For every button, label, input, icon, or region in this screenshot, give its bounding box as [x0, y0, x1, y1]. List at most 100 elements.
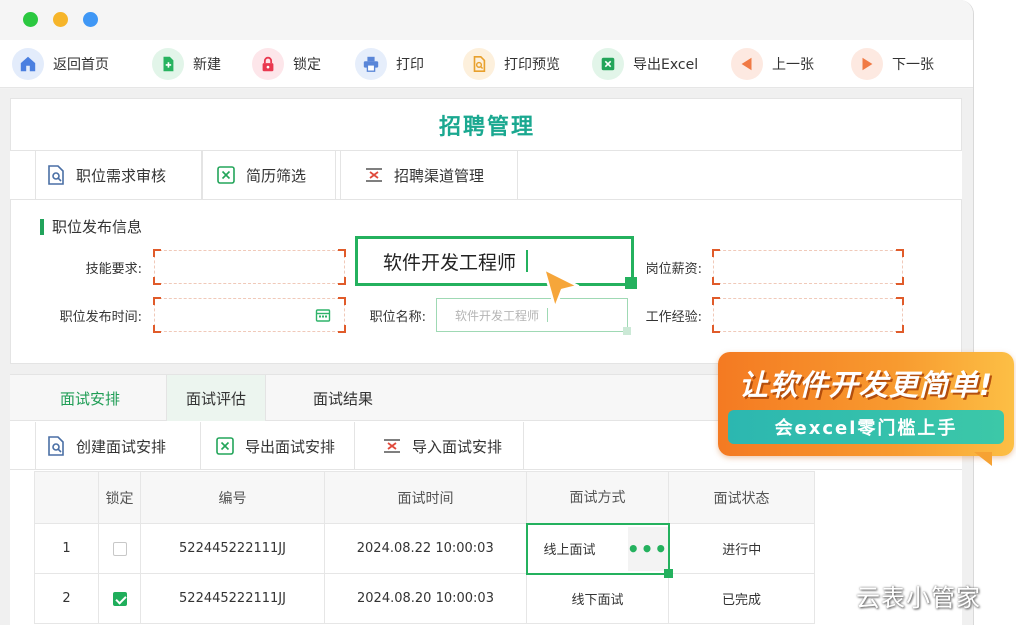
resize-handle[interactable]: [663, 568, 673, 578]
home-label: 返回首页: [53, 57, 109, 73]
create-interview-label: 创建面试安排: [76, 437, 167, 456]
resume-screen-button[interactable]: 简历筛选: [206, 151, 336, 199]
close-dot[interactable]: [83, 12, 98, 27]
lock-button[interactable]: 锁定: [252, 47, 321, 81]
skill-field[interactable]: [153, 249, 346, 285]
lock-checkbox[interactable]: [112, 541, 127, 556]
home-button[interactable]: 返回首页: [12, 47, 109, 81]
column-header-code: 编号: [140, 471, 325, 524]
status-cell: 进行中: [668, 523, 815, 574]
skill-label: 技能要求:: [85, 262, 142, 277]
prev-button[interactable]: 上一张: [731, 47, 814, 81]
divider: [202, 151, 203, 199]
experience-label: 工作经验:: [645, 310, 702, 325]
print-preview-button[interactable]: 打印预览: [463, 47, 560, 81]
print-button[interactable]: 打印: [355, 47, 424, 81]
channel-manage-label: 招聘渠道管理: [394, 166, 485, 185]
app-window: 返回首页 新建 锁定 打印 打印预览 导出Excel 上一张 下一张 招聘管理 …: [0, 0, 974, 625]
next-button[interactable]: 下一张: [851, 47, 934, 81]
column-header-index: [34, 471, 99, 524]
column-header-time: 面试时间: [324, 471, 527, 524]
tab-interview-schedule[interactable]: 面试安排: [30, 375, 150, 421]
job-name-input[interactable]: 软件开发工程师: [436, 298, 631, 335]
divider: [340, 151, 341, 199]
lock-checkbox[interactable]: [112, 591, 127, 606]
promo-headline: 让软件开发更简单!: [738, 368, 994, 402]
create-interview-button[interactable]: 创建面试安排: [36, 422, 201, 470]
publish-time-label: 职位发布时间:: [59, 310, 142, 325]
more-options-icon[interactable]: •••: [627, 526, 668, 571]
document-search-icon: [44, 434, 68, 458]
prev-arrow-icon: [731, 48, 763, 80]
method-cell[interactable]: 线上面试 •••: [525, 522, 673, 578]
prev-label: 上一张: [772, 57, 814, 73]
job-review-button[interactable]: 职位需求审核: [36, 151, 202, 199]
tab-interview-result[interactable]: 面试结果: [288, 375, 398, 421]
lock-checkbox-cell: [98, 523, 141, 574]
job-name-value: 软件开发工程师: [383, 251, 517, 274]
export-interview-label: 导出面试安排: [245, 437, 336, 456]
next-label: 下一张: [892, 57, 934, 73]
minimize-dot[interactable]: [53, 12, 68, 27]
title-bar: [0, 0, 973, 40]
new-button[interactable]: 新建: [152, 47, 221, 81]
new-file-icon: [152, 48, 184, 80]
export-excel-button[interactable]: 导出Excel: [592, 47, 698, 81]
import-interview-label: 导入面试安排: [412, 437, 503, 456]
method-cell[interactable]: 线下面试: [526, 573, 669, 624]
promo-banner: 让软件开发更简单! 会excel零门槛上手: [718, 352, 1014, 466]
resume-screen-label: 简历筛选: [246, 166, 307, 185]
page-title: 招聘管理: [438, 115, 535, 140]
status-cell: 已完成: [668, 573, 815, 624]
print-label: 打印: [396, 57, 424, 73]
code-cell[interactable]: 522445222111JJ: [140, 573, 325, 624]
resize-handle[interactable]: [625, 277, 637, 289]
lock-checkbox-cell: [98, 573, 141, 624]
watermark: 云表小管家: [856, 584, 981, 612]
job-name-hint: 软件开发工程师: [455, 308, 540, 323]
method-value: 线上面试: [543, 543, 596, 558]
section-title: 职位发布信息: [52, 218, 143, 236]
section-header: 职位发布信息: [40, 216, 142, 237]
promo-tail: [974, 452, 992, 466]
job-name-editor[interactable]: 软件开发工程师: [355, 236, 637, 289]
section-accent: [40, 218, 44, 235]
time-cell[interactable]: 2024.08.22 10:00:03: [324, 523, 527, 574]
column-header-method: 面试方式: [526, 471, 669, 524]
promo-tagline: 会excel零门槛上手: [728, 410, 1004, 444]
lock-label: 锁定: [293, 57, 321, 73]
home-icon: [12, 48, 44, 80]
experience-field[interactable]: [712, 297, 904, 333]
salary-field[interactable]: [712, 249, 904, 285]
calendar-icon[interactable]: [315, 307, 331, 327]
table-row: 1 522445222111JJ 2024.08.22 10:00:03 线上面…: [34, 522, 815, 578]
interview-table: 锁定 编号 面试时间 面试方式 面试状态 1 522445222111JJ 20…: [34, 471, 815, 624]
module-bar: 职位需求审核 简历筛选 招聘渠道管理: [10, 150, 962, 200]
import-interview-button[interactable]: 导入面试安排: [372, 422, 524, 470]
cursor-arrow-icon: [540, 266, 582, 316]
excel-icon: [213, 434, 237, 458]
printer-icon: [355, 48, 387, 80]
print-preview-label: 打印预览: [504, 57, 560, 73]
channel-manage-button[interactable]: 招聘渠道管理: [354, 151, 518, 199]
transfer-icon: [380, 434, 404, 458]
row-index: 2: [34, 573, 99, 624]
excel-icon: [592, 48, 624, 80]
time-cell[interactable]: 2024.08.20 10:00:03: [324, 573, 527, 624]
row-index: 1: [34, 523, 99, 574]
next-arrow-icon: [851, 48, 883, 80]
maximize-dot[interactable]: [23, 12, 38, 27]
table-header-row: 锁定 编号 面试时间 面试方式 面试状态: [34, 471, 815, 524]
tab-interview-evaluation[interactable]: 面试评估: [166, 375, 266, 421]
new-label: 新建: [193, 57, 221, 73]
column-header-status: 面试状态: [668, 471, 815, 524]
code-cell[interactable]: 522445222111JJ: [140, 523, 325, 574]
print-preview-icon: [463, 48, 495, 80]
column-header-locked: 锁定: [98, 471, 141, 524]
excel-icon: [214, 163, 238, 187]
table-row: 2 522445222111JJ 2024.08.20 10:00:03 线下面…: [34, 573, 815, 624]
publish-time-field[interactable]: [153, 297, 346, 333]
export-interview-button[interactable]: 导出面试安排: [205, 422, 355, 470]
transfer-icon: [362, 163, 386, 187]
job-name-label: 职位名称:: [369, 310, 426, 325]
